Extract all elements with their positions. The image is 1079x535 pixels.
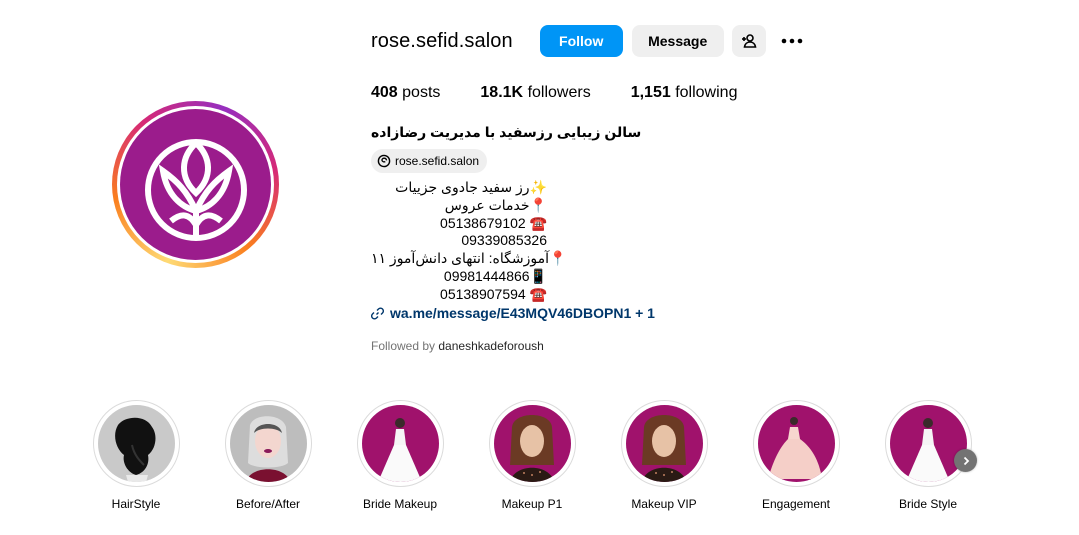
highlight-item[interactable]: Bride Makeup <box>345 400 455 511</box>
followers-label: followers <box>527 84 591 101</box>
highlight-thumbnail <box>97 405 175 482</box>
highlight-item[interactable]: HairStyle <box>81 400 191 511</box>
more-options-button[interactable] <box>777 25 807 57</box>
bio-line: رز سفید جادوی جزییات✨ <box>395 179 547 195</box>
highlight-item[interactable]: Makeup P1 <box>477 400 587 511</box>
highlights-next-button[interactable] <box>954 449 977 472</box>
highlight-label: Before/After <box>235 497 301 511</box>
followers-count: 18.1K <box>480 84 524 101</box>
highlight-thumbnail <box>229 405 307 482</box>
highlight-label: HairStyle <box>111 497 161 511</box>
highlight-thumbnail <box>361 405 439 482</box>
highlight-label: Engagement <box>761 497 831 511</box>
highlight-ring <box>356 400 444 487</box>
bio-line: خدمات عروس📍 <box>444 196 547 213</box>
story-highlights: HairStyle Before/After Bride Makeup Make… <box>0 400 1079 520</box>
bio-name: سالن زیبایی رزسفید با مدیریت رضازاده <box>371 124 642 140</box>
highlight-thumbnail <box>493 405 571 482</box>
highlight-ring <box>884 400 972 487</box>
more-options-icon <box>781 38 802 44</box>
message-button[interactable]: Message <box>631 25 724 57</box>
following-label: following <box>675 84 738 101</box>
highlight-thumbnail <box>757 405 835 482</box>
rose-logo-icon <box>144 138 247 241</box>
posts-label: posts <box>402 84 441 101</box>
link-icon <box>371 306 384 320</box>
highlight-item[interactable]: Engagement <box>741 400 851 511</box>
posts-stat: 408 posts <box>371 84 440 102</box>
highlight-thumbnail <box>889 405 967 482</box>
chevron-right-icon <box>963 456 969 465</box>
follow-button[interactable]: Follow <box>539 25 623 57</box>
highlight-ring <box>488 400 576 487</box>
highlight-item[interactable]: Before/After <box>213 400 323 511</box>
bio-link-text: wa.me/message/E43MQV46DBOPN1 + 1 <box>390 305 655 321</box>
profile-avatar-ring[interactable] <box>112 101 279 268</box>
threads-icon <box>377 154 391 168</box>
highlight-label: Bride Makeup <box>362 497 438 511</box>
profile-stats: 408 posts 18.1K followers 1,151 followin… <box>371 84 777 102</box>
highlight-label: Makeup VIP <box>631 497 697 511</box>
posts-count: 408 <box>371 84 398 101</box>
add-user-button[interactable] <box>731 25 766 57</box>
bio-link[interactable]: wa.me/message/E43MQV46DBOPN1 + 1 <box>371 305 655 321</box>
username[interactable]: rose.sefid.salon <box>371 30 513 53</box>
following-stat[interactable]: 1,151 following <box>631 84 738 102</box>
profile-header: rose.sefid.salon Follow Message <box>371 24 807 58</box>
add-user-icon <box>741 34 757 48</box>
highlight-label: Bride Style <box>898 497 958 511</box>
following-count: 1,151 <box>630 84 671 101</box>
bio-line: 09339085326 <box>461 232 547 249</box>
bio-line: 09981444866📱 <box>443 267 547 284</box>
highlight-ring <box>224 400 312 487</box>
highlight-ring <box>620 400 708 487</box>
threads-link[interactable]: rose.sefid.salon <box>371 149 488 173</box>
highlight-label: Makeup P1 <box>501 497 563 511</box>
avatar-gap <box>117 106 274 263</box>
highlight-thumbnail <box>625 405 703 482</box>
bio-text: رز سفید جادوی جزییات✨ خدمات عروس📍 051386… <box>371 179 567 304</box>
followers-stat[interactable]: 18.1K followers <box>480 84 590 102</box>
bio-line: 05138907594 ☎️ <box>440 285 547 302</box>
bio-line: 05138679102 ☎️ <box>440 214 547 231</box>
threads-handle: rose.sefid.salon <box>395 154 480 168</box>
avatar[interactable] <box>120 109 271 260</box>
followed-by-prefix: Followed by <box>371 339 436 353</box>
followed-by-user: daneshkadeforoush <box>438 339 544 353</box>
highlight-ring <box>752 400 840 487</box>
followed-by[interactable]: Followed by daneshkadeforoush <box>371 339 544 353</box>
highlight-item[interactable]: Makeup VIP <box>609 400 719 511</box>
bio-line: آموزشگاه: انتهای دانش‌آموز ۱۱📍 <box>371 250 567 267</box>
highlight-ring <box>92 400 180 487</box>
